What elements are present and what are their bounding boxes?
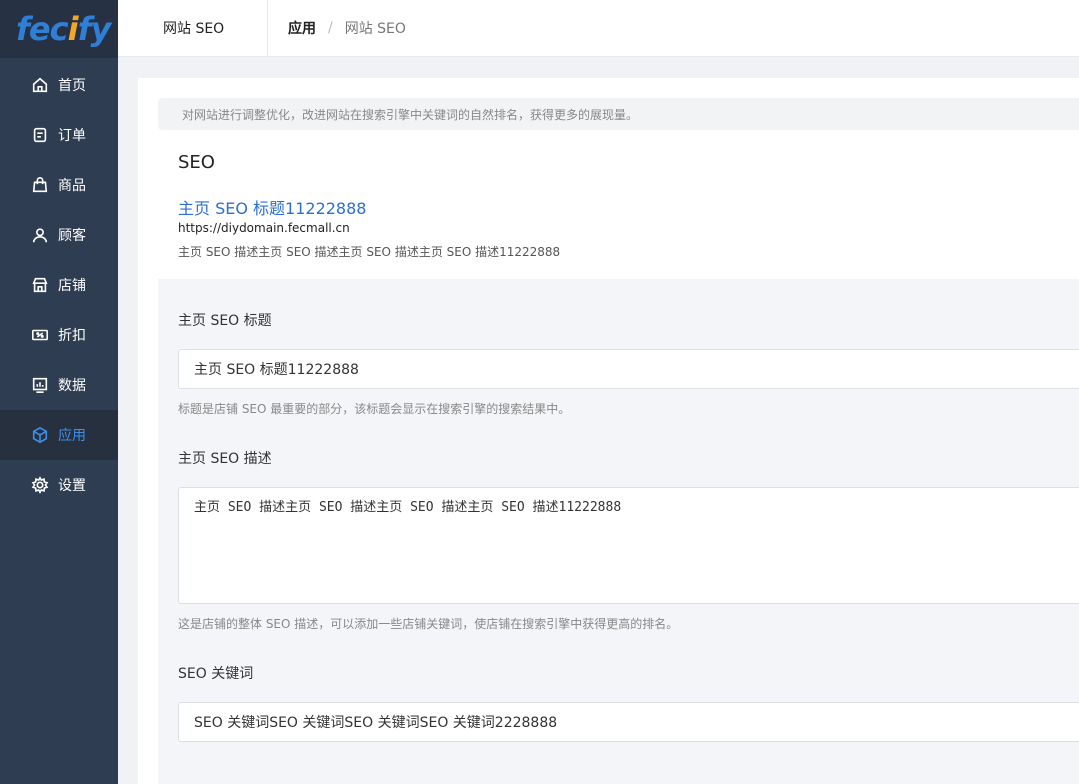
top-header: 网站 SEO 应用 / 网站 SEO — [118, 0, 1079, 57]
seo-title-input[interactable]: 主页 SEO 标题11222888 — [178, 349, 1079, 389]
main-card: 对网站进行调整优化，改进网站在搜索引擎中关键词的自然排名，获得更多的展现量。 S… — [138, 78, 1079, 784]
sidebar-item-settings[interactable]: 设置 — [0, 460, 118, 510]
sidebar-item-label: 首页 — [58, 78, 86, 94]
sidebar-item-label: 应用 — [58, 428, 86, 444]
chart-icon — [30, 375, 50, 395]
sidebar-item-apps[interactable]: 应用 — [0, 410, 118, 460]
sidebar-item-orders[interactable]: 订单 — [0, 110, 118, 160]
home-icon — [30, 75, 50, 95]
sidebar-item-label: 设置 — [58, 478, 86, 494]
sidebar-item-label: 折扣 — [58, 328, 86, 344]
order-icon — [30, 125, 50, 145]
breadcrumb-apps[interactable]: 应用 — [288, 18, 316, 38]
title-help-text: 标题是店铺 SEO 最重要的部分，该标题会显示在搜索引擎的搜索结果中。 — [178, 402, 571, 416]
sidebar-item-store[interactable]: 店铺 — [0, 260, 118, 310]
seo-form: 主页 SEO 标题 主页 SEO 标题11222888 标题是店铺 SEO 最重… — [158, 279, 1079, 784]
sidebar-item-data[interactable]: 数据 — [0, 360, 118, 410]
title-label: 主页 SEO 标题 — [178, 313, 272, 329]
seo-preview-url: https://diydomain.fecmall.cn — [178, 221, 350, 235]
sidebar-item-label: 商品 — [58, 178, 86, 194]
sidebar-item-discount[interactable]: 折扣 — [0, 310, 118, 360]
description-help-text: 这是店铺的整体 SEO 描述，可以添加一些店铺关键词，使店铺在搜索引擎中获得更高… — [178, 617, 679, 631]
sidebar-item-products[interactable]: 商品 — [0, 160, 118, 210]
sidebar-menu: 首页 订单 商品 顾客 店铺 折扣 数据 应用 设置 — [0, 58, 118, 510]
sidebar-item-customers[interactable]: 顾客 — [0, 210, 118, 260]
bag-icon — [30, 175, 50, 195]
seo-keywords-input[interactable]: SEO 关键词SEO 关键词SEO 关键词SEO 关键词2228888 — [178, 702, 1079, 742]
info-notice: 对网站进行调整优化，改进网站在搜索引擎中关键词的自然排名，获得更多的展现量。 — [158, 98, 1079, 130]
gear-icon — [30, 475, 50, 495]
sidebar-item-label: 订单 — [58, 128, 86, 144]
sidebar-item-label: 店铺 — [58, 278, 86, 294]
store-icon — [30, 275, 50, 295]
section-title: SEO — [178, 152, 215, 173]
discount-icon — [30, 325, 50, 345]
seo-preview-title[interactable]: 主页 SEO 标题11222888 — [178, 195, 366, 219]
seo-preview-description: 主页 SEO 描述主页 SEO 描述主页 SEO 描述主页 SEO 描述1122… — [178, 245, 561, 259]
breadcrumb-separator: / — [328, 20, 333, 36]
sidebar-item-label: 顾客 — [58, 228, 86, 244]
sidebar-item-home[interactable]: 首页 — [0, 60, 118, 110]
box-icon — [30, 425, 50, 445]
keywords-label: SEO 关键词 — [178, 666, 254, 682]
breadcrumb: 应用 / 网站 SEO — [268, 18, 406, 38]
logo-text: fecify — [16, 10, 111, 48]
logo[interactable]: fecify — [0, 0, 118, 58]
sidebar-item-label: 数据 — [58, 378, 86, 394]
breadcrumb-current: 网站 SEO — [344, 21, 406, 37]
user-icon — [30, 225, 50, 245]
tab-website-seo[interactable]: 网站 SEO — [118, 0, 268, 57]
sidebar: fecify 首页 订单 商品 顾客 店铺 折扣 数据 应用 设置 — [0, 0, 118, 784]
seo-description-textarea[interactable]: 主页 SEO 描述主页 SEO 描述主页 SEO 描述主页 SEO 描述1122… — [178, 487, 1079, 604]
description-label: 主页 SEO 描述 — [178, 451, 272, 467]
